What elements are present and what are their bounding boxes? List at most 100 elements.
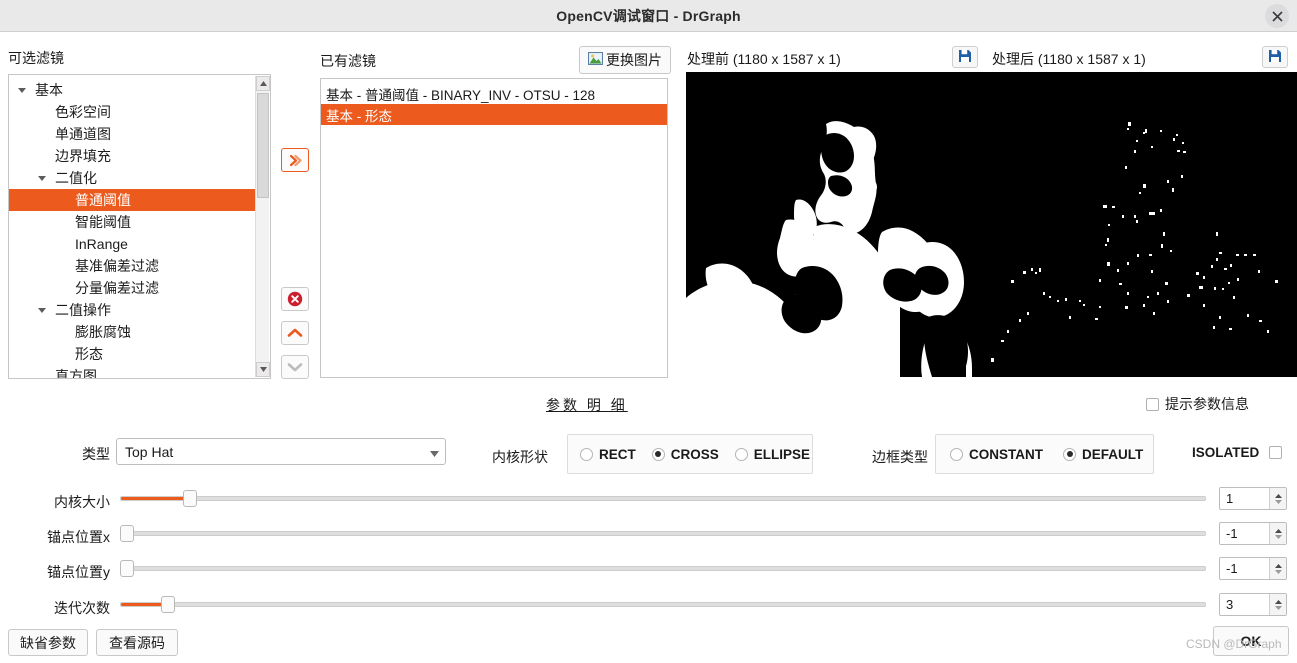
existing-filter-list[interactable]: 基本 - 普通阈值 - BINARY_INV - OTSU - 128 基本 - … xyxy=(320,78,668,378)
chevron-down-icon xyxy=(430,444,439,460)
slider-3[interactable] xyxy=(120,596,1206,613)
slider-track[interactable] xyxy=(120,531,1206,536)
hint-param-info-label: 提示参数信息 xyxy=(1165,396,1249,412)
radio-dot-icon xyxy=(734,447,748,461)
border-type-label: 边框类型 xyxy=(872,449,928,465)
tree-item-0[interactable]: 基本 xyxy=(9,79,255,101)
save-after-image-button[interactable] xyxy=(1262,46,1288,68)
spinner-stepper[interactable] xyxy=(1269,558,1286,579)
change-image-button[interactable]: 更换图片 xyxy=(579,46,671,74)
spinner-down-icon xyxy=(1274,534,1282,539)
slider-track[interactable] xyxy=(120,566,1206,571)
slider-thumb[interactable] xyxy=(183,490,198,507)
tree-item-3[interactable]: 边界填充 xyxy=(9,145,255,167)
spinner-2[interactable]: -1 xyxy=(1219,557,1287,580)
window-title: OpenCV调试窗口 - DrGraph xyxy=(556,7,741,24)
tree-item-10[interactable]: 二值操作 xyxy=(9,299,255,321)
tree-expander-down-icon[interactable] xyxy=(15,87,29,93)
tree-item-label: 二值化 xyxy=(55,170,97,186)
kernel-shape-radio-group[interactable]: RECT CROSS ELLIPSE xyxy=(567,434,813,474)
default-params-button[interactable]: 缺省参数 xyxy=(8,629,88,656)
kernel-shape-option-label: CROSS xyxy=(670,446,719,462)
tree-item-2[interactable]: 单通道图 xyxy=(9,123,255,145)
slider-1[interactable] xyxy=(120,525,1206,542)
tree-item-label: 边界填充 xyxy=(55,148,111,164)
kernel-shape-option-ellipse[interactable]: ELLIPSE xyxy=(734,447,810,462)
tree-item-7[interactable]: InRange xyxy=(9,233,255,255)
slider-thumb[interactable] xyxy=(120,560,134,577)
slider-track[interactable] xyxy=(120,496,1206,501)
tree-item-label: 分量偏差过滤 xyxy=(75,280,159,296)
spinner-value: -1 xyxy=(1226,526,1238,541)
available-filters-caption: 可选滤镜 xyxy=(8,50,64,66)
filter-list-item-0[interactable]: 基本 - 普通阈值 - BINARY_INV - OTSU - 128 xyxy=(321,83,667,104)
tree-item-1[interactable]: 色彩空间 xyxy=(9,101,255,123)
tree-expander-down-icon[interactable] xyxy=(35,307,49,313)
checkbox-box-icon xyxy=(1269,446,1283,459)
save-floppy-icon xyxy=(958,49,972,66)
spinner-stepper[interactable] xyxy=(1269,594,1286,615)
kernel-shape-option-cross[interactable]: CROSS xyxy=(651,446,719,462)
filter-list-item-label: 基本 - 普通阈值 - BINARY_INV - OTSU - 128 xyxy=(326,87,596,103)
filter-tree[interactable]: 基本 色彩空间 单通道图边界填充二值化普通阈值智能阈值 InRange 基准偏差过滤 分量… xyxy=(8,74,271,379)
spinner-1[interactable]: -1 xyxy=(1219,522,1287,545)
hint-param-info-checkbox[interactable]: 提示参数信息 xyxy=(1146,394,1249,414)
slider-0[interactable] xyxy=(120,490,1206,507)
tree-expander-down-icon[interactable] xyxy=(35,175,49,181)
filter-list-item-1[interactable]: 基本 - 形态 xyxy=(321,104,667,125)
chevron-up-icon xyxy=(287,327,303,339)
save-before-image-button[interactable] xyxy=(952,46,978,68)
slider-track[interactable] xyxy=(120,602,1206,607)
view-source-button[interactable]: 查看源码 xyxy=(96,629,178,656)
spinner-0[interactable]: 1 xyxy=(1219,487,1287,510)
spinner-value: 1 xyxy=(1226,491,1234,506)
param-detail-link[interactable]: 参数 明 细 xyxy=(546,395,628,415)
tree-item-label: 基准偏差过滤 xyxy=(75,258,159,274)
tree-item-9[interactable]: 分量偏差过滤 xyxy=(9,277,255,299)
move-down-button[interactable] xyxy=(281,355,309,379)
tree-item-11[interactable]: 膨胀腐蚀 xyxy=(9,321,255,343)
tree-item-12[interactable]: 形态 xyxy=(9,343,255,365)
slider-thumb[interactable] xyxy=(161,596,176,613)
radio-dot-icon xyxy=(950,447,963,461)
radio-dot-icon xyxy=(651,447,665,461)
tree-scroll-up-icon[interactable] xyxy=(256,76,270,91)
type-select[interactable]: Top Hat xyxy=(116,438,446,465)
kernel-shape-option-rect[interactable]: RECT xyxy=(580,447,636,462)
existing-filters-caption: 已有滤镜 xyxy=(320,53,376,69)
image-icon xyxy=(588,52,603,68)
slider-thumb[interactable] xyxy=(120,525,134,542)
spinner-stepper[interactable] xyxy=(1269,488,1286,509)
spinner-up-icon xyxy=(1274,599,1282,604)
change-image-label: 更换图片 xyxy=(606,52,662,68)
delete-filter-button[interactable] xyxy=(281,287,309,311)
tree-item-6[interactable]: 智能阈值 xyxy=(9,211,255,233)
tree-scroll-down-icon[interactable] xyxy=(256,362,270,377)
slider-fill xyxy=(121,603,165,606)
before-image-preview[interactable] xyxy=(686,72,993,377)
slider-label-3: 迭代次数 xyxy=(54,600,110,616)
add-filter-button[interactable] xyxy=(281,148,309,172)
tree-scrollbar[interactable] xyxy=(255,76,270,377)
close-icon[interactable] xyxy=(1265,4,1289,28)
tree-item-5[interactable]: 普通阈值 xyxy=(9,189,255,211)
chevron-down-icon xyxy=(287,361,303,373)
tree-item-13[interactable]: 直方图 xyxy=(9,365,255,378)
save-floppy-icon xyxy=(1268,49,1282,66)
tree-item-label: 智能阈值 xyxy=(75,214,131,230)
border-type-option-constant[interactable]: CONSTANT xyxy=(950,447,1043,462)
border-type-option-default[interactable]: DEFAULT xyxy=(1063,447,1143,462)
isolated-checkbox[interactable]: ISOLATED xyxy=(1192,445,1283,460)
spinner-up-icon xyxy=(1274,493,1282,498)
spinner-3[interactable]: 3 xyxy=(1219,593,1287,616)
tree-item-8[interactable]: 基准偏差过滤 xyxy=(9,255,255,277)
move-up-button[interactable] xyxy=(281,321,309,345)
tree-item-label: InRange xyxy=(75,236,128,252)
after-image-preview[interactable] xyxy=(991,72,1297,377)
border-type-radio-group[interactable]: CONSTANT DEFAULT xyxy=(935,434,1154,474)
tree-scroll-thumb[interactable] xyxy=(257,93,269,198)
spinner-stepper[interactable] xyxy=(1269,523,1286,544)
slider-2[interactable] xyxy=(120,560,1206,577)
filter-tree-rows: 基本 色彩空间 单通道图边界填充二值化普通阈值智能阈值 InRange 基准偏差过滤 分量… xyxy=(9,75,255,378)
tree-item-4[interactable]: 二值化 xyxy=(9,167,255,189)
